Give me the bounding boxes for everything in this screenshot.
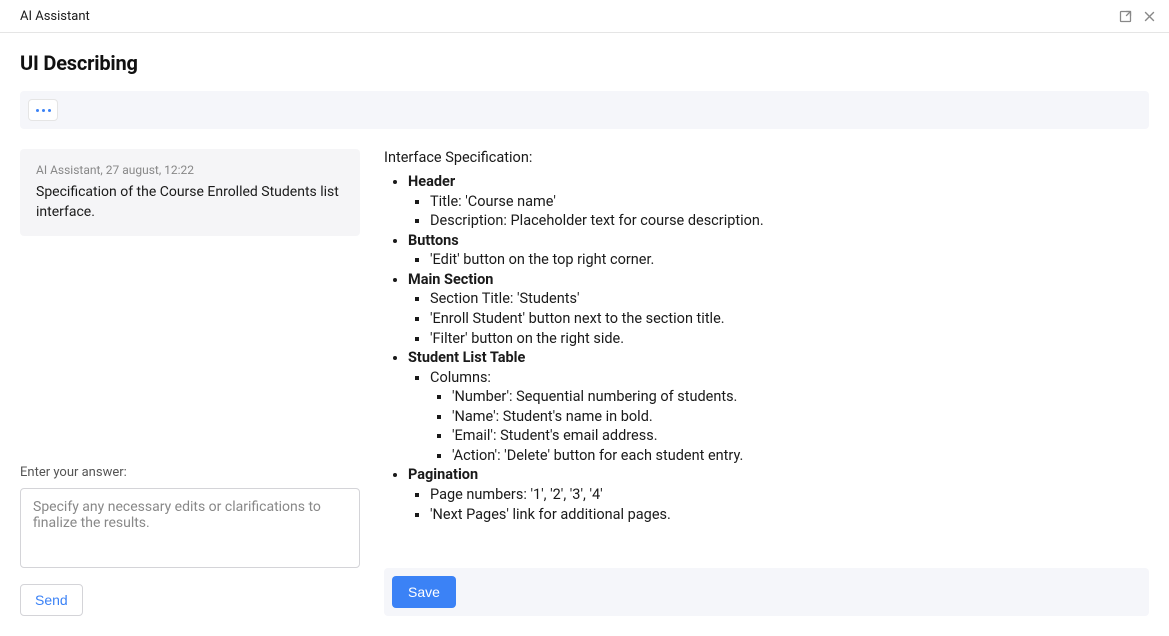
message-body: Specification of the Course Enrolled Stu…	[36, 183, 344, 222]
more-actions-bar	[20, 91, 1149, 129]
dot-icon	[48, 109, 51, 112]
spec-item: Description: Placeholder text for course…	[430, 211, 1149, 231]
titlebar-actions	[1117, 8, 1157, 24]
spec-column: 'Action': 'Delete' button for each stude…	[452, 446, 1149, 466]
close-icon[interactable]	[1141, 8, 1157, 24]
answer-input[interactable]	[20, 488, 360, 568]
spec-column: 'Email': Student's email address.	[452, 426, 1149, 446]
expand-icon[interactable]	[1117, 8, 1133, 24]
spec-item: 'Edit' button on the top right corner.	[430, 250, 1149, 270]
save-bar: Save	[384, 568, 1149, 616]
spec-column: 'Name': Student's name in bold.	[452, 407, 1149, 427]
page-title: UI Describing	[20, 51, 1149, 75]
more-button[interactable]	[28, 99, 58, 121]
send-button[interactable]: Send	[20, 584, 83, 616]
dot-icon	[36, 109, 39, 112]
dot-icon	[42, 109, 45, 112]
spec-section-label: Buttons	[408, 232, 459, 249]
spec-section-table: Student List Table Columns: 'Number': Se…	[408, 348, 1149, 465]
spec-list: Header Title: 'Course name' Description:…	[384, 172, 1149, 524]
spec-section-label: Pagination	[408, 466, 478, 483]
answer-section: Enter your answer: Send	[20, 465, 360, 616]
answer-label: Enter your answer:	[20, 465, 360, 480]
spec-item-columns: Columns: 'Number': Sequential numbering …	[430, 368, 1149, 466]
spec-item: 'Filter' button on the right side.	[430, 329, 1149, 349]
spec-section-pagination: Pagination Page numbers: '1', '2', '3', …	[408, 465, 1149, 524]
assistant-message-card: AI Assistant, 27 august, 12:22 Specifica…	[20, 149, 360, 236]
spec-item: 'Next Pages' link for additional pages.	[430, 505, 1149, 525]
spec-item: Title: 'Course name'	[430, 192, 1149, 212]
spec-section-label: Main Section	[408, 271, 493, 288]
columns-label: Columns:	[430, 369, 491, 386]
titlebar: AI Assistant	[0, 0, 1169, 33]
spec-section-header: Header Title: 'Course name' Description:…	[408, 172, 1149, 231]
save-button[interactable]: Save	[392, 576, 456, 608]
spec-title: Interface Specification:	[384, 149, 1149, 166]
header-region: UI Describing	[0, 33, 1169, 129]
spec-section-buttons: Buttons 'Edit' button on the top right c…	[408, 231, 1149, 270]
spec-item: Page numbers: '1', '2', '3', '4'	[430, 485, 1149, 505]
message-meta: AI Assistant, 27 august, 12:22	[36, 163, 344, 177]
spec-item: 'Enroll Student' button next to the sect…	[430, 309, 1149, 329]
spec-section-label: Student List Table	[408, 349, 525, 366]
spec-section-main: Main Section Section Title: 'Students' '…	[408, 270, 1149, 348]
spec-item: Section Title: 'Students'	[430, 289, 1149, 309]
spec-section-label: Header	[408, 173, 455, 190]
spec-column: 'Number': Sequential numbering of studen…	[452, 387, 1149, 407]
titlebar-title: AI Assistant	[20, 9, 90, 24]
